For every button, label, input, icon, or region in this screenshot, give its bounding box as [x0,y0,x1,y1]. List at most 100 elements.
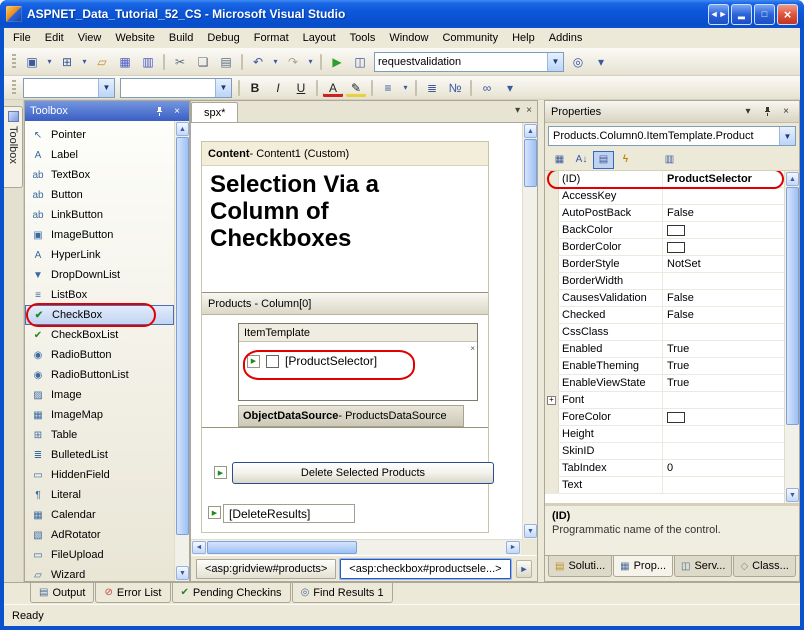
separator[interactable] [637,151,658,169]
cut-icon[interactable]: ✂ [169,51,191,73]
preview-icon[interactable]: ◫ [349,51,371,73]
menu-item[interactable]: Edit [38,29,71,47]
toolbox-item[interactable]: ↖ Pointer [25,125,174,145]
property-value[interactable] [663,239,784,255]
object-selector-combo[interactable]: Products.Column0.ItemTemplate.Product ▼ [548,126,796,146]
toolbox-scrollbar[interactable]: ▲ ▼ [174,121,189,581]
menu-item[interactable]: Addins [542,29,590,47]
alphabetical-icon[interactable]: A↓ [571,151,592,169]
style-dropdown-icon[interactable]: ▼ [98,79,114,97]
toolbox-item[interactable]: ≡ ListBox [25,285,174,305]
panel-tab[interactable]: ◫ Serv... [674,556,732,577]
properties-scrollbar[interactable]: ▲ ▼ [784,171,799,503]
numbered-list-icon[interactable]: № [444,78,466,98]
property-row[interactable]: + SkinID [545,443,784,460]
menu-item[interactable]: Debug [200,29,246,47]
property-row[interactable]: + AccessKey [545,188,784,205]
align-left-icon[interactable]: ≡ [377,78,399,98]
gridview-control[interactable]: Products - Column[0] ItemTemplate × ▶ [P… [202,292,488,428]
tag-next-icon[interactable]: ► [516,560,532,578]
separator[interactable] [371,80,373,96]
property-row[interactable]: + (ID) ProductSelector [545,171,784,188]
expand-icon[interactable]: + [547,396,556,405]
close-document-icon[interactable]: × [526,105,532,116]
toolbar-options-icon[interactable]: ▾ [499,78,521,98]
copy-icon[interactable]: ❏ [192,51,214,73]
scroll-down-icon[interactable]: ▼ [524,524,537,538]
toolbox-item[interactable]: ▭ FileUpload [25,545,174,565]
property-value[interactable]: ProductSelector [663,171,784,187]
toolbox-item[interactable]: ab TextBox [25,165,174,185]
window-position-icon[interactable]: ▾ [741,105,755,119]
separator[interactable] [316,80,318,96]
item-template-box[interactable]: ItemTemplate × ▶ [ProductSelector] [238,323,478,401]
menu-item[interactable]: Tools [343,29,383,47]
tag-navigator-tab[interactable]: <asp:checkbox#productsele...> [340,559,510,579]
property-row[interactable]: + ForeColor [545,409,784,426]
bottom-tab[interactable]: ▤ Output [30,583,94,603]
categorized-icon[interactable]: ▦ [549,151,570,169]
property-row[interactable]: + Checked False [545,307,784,324]
separator[interactable] [238,80,240,96]
toolbox-item[interactable]: ✔ CheckBox [25,305,174,325]
property-value[interactable] [663,188,784,204]
property-row[interactable]: + BorderWidth [545,273,784,290]
tab-list-dropdown-icon[interactable]: ▾ [515,105,520,116]
toolbar-options-icon[interactable]: ▾ [590,51,612,73]
auto-hide-pin-icon[interactable] [152,104,166,118]
property-value[interactable]: NotSet [663,256,784,272]
separator[interactable] [415,80,417,96]
designer-horizontal-scrollbar[interactable]: ◄ ► [191,539,521,555]
property-value[interactable]: True [663,375,784,391]
property-row[interactable]: + CausesValidation False [545,290,784,307]
property-value[interactable]: False [663,205,784,221]
hyperlink-icon[interactable]: ∞ [476,78,498,98]
title-bar[interactable]: ASPNET_Data_Tutorial_52_CS - Microsoft V… [0,0,804,28]
panel-tab[interactable]: ▦ Prop... [613,556,673,577]
toolbox-item[interactable]: ab Button [25,185,174,205]
property-value[interactable] [663,477,784,493]
gridview-header[interactable]: Products - Column[0] [202,293,488,315]
delete-selected-products-button[interactable]: Delete Selected Products [232,462,494,484]
property-value[interactable]: False [663,290,784,306]
toolbox-item[interactable]: ◉ RadioButton [25,345,174,365]
toolbox-item[interactable]: ab LinkButton [25,205,174,225]
menu-item[interactable]: View [71,29,109,47]
glyph-adorner-icon[interactable]: ▶ [214,466,227,479]
property-row[interactable]: + CssClass [545,324,784,341]
property-value[interactable] [663,392,784,408]
property-value[interactable] [663,273,784,289]
close-icon[interactable]: × [777,4,798,25]
toolbox-item[interactable]: ✔ CheckBoxList [25,325,174,345]
bold-icon[interactable]: B [244,78,266,98]
scroll-right-icon[interactable]: ► [506,541,520,554]
menu-item[interactable]: Help [505,29,542,47]
menu-item[interactable]: Build [162,29,200,47]
toolbox-item[interactable]: ▧ AdRotator [25,525,174,545]
properties-header[interactable]: Properties ▾ × [545,101,799,123]
panel-tab[interactable]: ▤ Soluti... [548,556,612,577]
find-in-files-icon[interactable]: ◎ [567,51,589,73]
toolbar-grip[interactable] [12,54,16,70]
property-row[interactable]: + TabIndex 0 [545,460,784,477]
open-file-icon[interactable]: ▱ [91,51,113,73]
separator[interactable] [163,54,165,70]
toolbox-item[interactable]: ▦ Calendar [25,505,174,525]
toolbox-side-tab[interactable]: Toolbox [4,106,23,188]
menu-item[interactable]: Community [435,29,505,47]
tag-navigator-tab[interactable]: <asp:gridview#products> [196,559,336,579]
scroll-up-icon[interactable]: ▲ [786,172,799,186]
font-dropdown-icon[interactable]: ▼ [215,79,231,97]
bottom-tab[interactable]: ✔ Pending Checkins [172,583,291,603]
toolbox-item[interactable]: ▼ DropDownList [25,265,174,285]
undo-icon[interactable]: ↶ [247,51,269,73]
toolbox-item[interactable]: ⊞ Table [25,425,174,445]
property-value[interactable] [663,443,784,459]
item-template-header[interactable]: ItemTemplate [239,324,477,342]
property-value[interactable] [663,409,784,425]
toolbox-item[interactable]: ▨ Image [25,385,174,405]
add-new-item-icon[interactable]: ⊞ [56,51,78,73]
property-row[interactable]: + BorderStyle NotSet [545,256,784,273]
scroll-down-icon[interactable]: ▼ [786,488,799,502]
property-row[interactable]: + BorderColor [545,239,784,256]
